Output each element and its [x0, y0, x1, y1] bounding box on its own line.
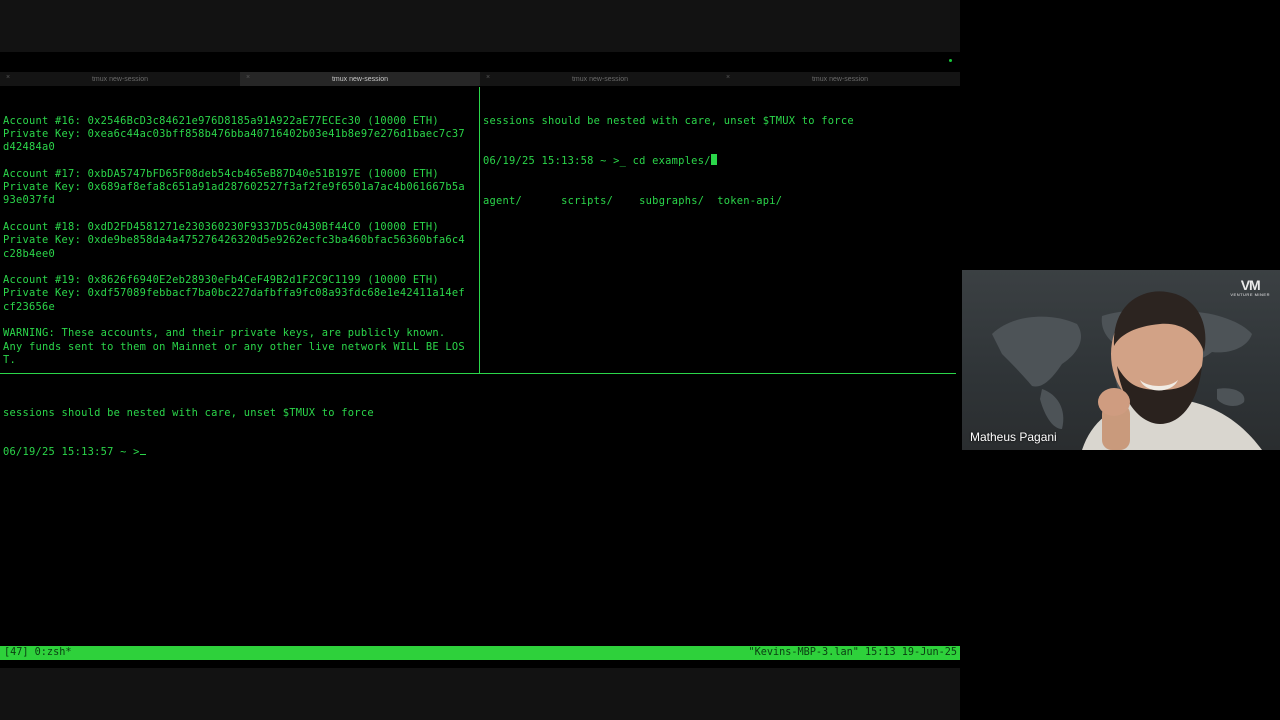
tab-label: tmux new-session	[91, 75, 149, 83]
output-line: Account #19: 0x8626f6940E2eb28930eFb4CeF…	[3, 274, 439, 287]
tab-label: tmux new-session	[331, 75, 389, 83]
pane-divider-horizontal[interactable]	[0, 373, 956, 374]
close-tab-icon[interactable]: ×	[486, 74, 490, 81]
tab-4[interactable]: × tmux new-session	[720, 72, 960, 86]
output-line: c28b4ee0	[3, 247, 56, 260]
tab-label: tmux new-session	[571, 75, 629, 83]
close-tab-icon[interactable]: ×	[726, 74, 730, 81]
bottom-letterbox	[0, 668, 960, 720]
output-line: Account #18: 0xdD2FD4581271e230360230F93…	[3, 220, 439, 233]
prompt-text: 06/19/25 15:13:58 ~ >_ cd examples/	[483, 155, 711, 168]
tmux-status-bar: [47] 0:zsh* "Kevins-MBP-3.lan" 15:13 19-…	[0, 646, 960, 660]
output-line: Private Key: 0xde9be858da4a475276426320d…	[3, 234, 465, 247]
recording-indicator	[949, 59, 952, 62]
cursor	[710, 154, 717, 166]
completion-item: token-api/	[717, 195, 783, 208]
completion-item: agent/	[483, 195, 523, 208]
completion-list: agent/ scripts/ subgraphs/ token-api/	[483, 195, 955, 208]
tmux-pane-right[interactable]: sessions should be nested with care, uns…	[483, 88, 955, 372]
tab-1[interactable]: × tmux new-session	[0, 72, 240, 86]
output-line: WARNING: These accounts, and their priva…	[3, 327, 446, 340]
tab-3[interactable]: × tmux new-session	[480, 72, 720, 86]
webcam-overlay: VM VENTURE MINER Matheus Pagani	[962, 270, 1280, 450]
tmux-pane-left[interactable]: Account #16: 0x2546BcD3c84621e976D8185a9…	[3, 88, 479, 372]
tab-label: tmux new-session	[811, 75, 869, 83]
tmux-pane-bottom[interactable]: sessions should be nested with care, uns…	[3, 380, 953, 642]
output-line: 93e037fd	[3, 194, 56, 207]
nesting-warning: sessions should be nested with care, uns…	[3, 406, 374, 419]
cursor	[139, 454, 146, 456]
pane-output: Account #16: 0x2546BcD3c84621e976D8185a9…	[3, 115, 479, 372]
completion-item: subgraphs/	[639, 195, 705, 208]
completion-item: scripts/	[561, 195, 614, 208]
prompt-line: 06/19/25 15:13:57 ~ >	[3, 446, 953, 459]
nesting-warning: sessions should be nested with care, uns…	[483, 114, 854, 127]
participant-name: Matheus Pagani	[970, 430, 1057, 444]
output-line: T.	[3, 353, 17, 366]
output-line: Private Key: 0x689af8efa8c651a91ad287602…	[3, 181, 465, 194]
prompt-line: 06/19/25 15:13:58 ~ >_ cd examples/	[483, 154, 955, 168]
output-line: Private Key: 0xea6c44ac03bff858b476bba40…	[3, 127, 465, 140]
status-window-list[interactable]: [47] 0:zsh*	[4, 646, 71, 660]
participant-video	[1082, 291, 1262, 450]
terminal-tab-bar: × tmux new-session × tmux new-session × tmu…	[0, 72, 960, 86]
output-line: Any funds sent to them on Mainnet or any…	[3, 340, 465, 353]
output-line: Private Key: 0xdf57089febbacf7ba0bc227da…	[3, 287, 465, 300]
output-line: Account #16: 0x2546BcD3c84621e976D8185a9…	[3, 114, 439, 127]
prompt-text: 06/19/25 15:13:57 ~ >	[3, 446, 140, 459]
pane-divider-vertical[interactable]	[479, 87, 480, 373]
close-tab-icon[interactable]: ×	[6, 74, 10, 81]
close-tab-icon[interactable]: ×	[246, 74, 250, 81]
output-line: d42484a0	[3, 141, 56, 154]
output-line: Account #17: 0xbDA5747bFD65F08deb54cb465…	[3, 167, 439, 180]
tab-2-active[interactable]: × tmux new-session	[240, 72, 480, 86]
output-line: cf23656e	[3, 300, 56, 313]
status-host-clock: "Kevins-MBP-3.lan" 15:13 19-Jun-25	[748, 647, 957, 658]
top-letterbox	[0, 0, 960, 52]
